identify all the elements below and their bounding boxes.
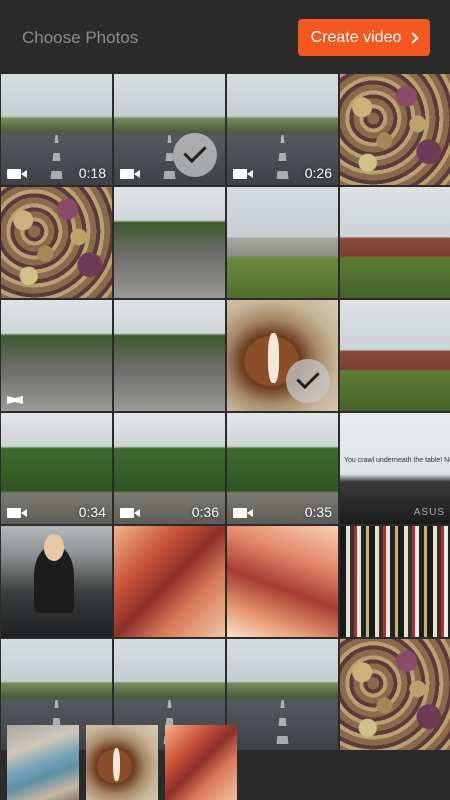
screen-text: You crawl underneath the table! No one w…: [344, 457, 450, 464]
video-duration: 0:36: [191, 504, 219, 520]
media-tile[interactable]: [114, 300, 225, 411]
create-video-label: Create video: [310, 28, 402, 46]
media-tile[interactable]: [165, 725, 237, 800]
thumbnail-image: [114, 300, 225, 411]
video-icon: [233, 508, 253, 518]
media-tile[interactable]: [227, 300, 338, 411]
road-lines: [275, 700, 290, 750]
media-tile[interactable]: 0:26: [227, 74, 338, 185]
chevron-right-icon: [407, 32, 420, 44]
photo-grid: 0:18 0:26 0:34 0:36 0:35 You crawl underneath…: [0, 74, 450, 750]
media-tile[interactable]: [7, 725, 79, 800]
video-icon: [7, 169, 27, 179]
thumbnail-image: [227, 526, 338, 637]
photo-grid-partial-row: [7, 725, 237, 800]
thumbnail-image: [165, 725, 237, 800]
media-tile[interactable]: [340, 300, 450, 411]
thumbnail-image: [227, 187, 338, 298]
thumbnail-image: [340, 187, 450, 298]
media-tile[interactable]: 0:18: [1, 74, 112, 185]
media-tile[interactable]: 0:34: [1, 413, 112, 524]
media-tile[interactable]: [340, 526, 450, 637]
page-title: Choose Photos: [22, 28, 139, 47]
media-tile[interactable]: [227, 639, 338, 750]
horse-blaze: [112, 747, 120, 782]
thumbnail-image: [7, 725, 79, 800]
road-lines: [275, 135, 290, 185]
video-duration: 0:26: [304, 165, 332, 181]
media-tile[interactable]: [114, 74, 225, 185]
road-lines: [49, 135, 64, 185]
thumbnail-image: [114, 526, 225, 637]
media-tile[interactable]: [1, 300, 112, 411]
thumbnail-image: [340, 300, 450, 411]
screen-brand: ASUS: [413, 507, 445, 518]
media-tile[interactable]: [340, 639, 450, 750]
media-tile[interactable]: 0:35: [227, 413, 338, 524]
thumbnail-image: [86, 725, 158, 800]
thumbnail-image: [1, 300, 112, 411]
media-tile[interactable]: [114, 526, 225, 637]
thumbnail-image: [1, 526, 112, 637]
media-tile[interactable]: [114, 187, 225, 298]
video-icon: [120, 169, 140, 179]
thumbnail-image: [340, 526, 450, 637]
media-tile[interactable]: 0:36: [114, 413, 225, 524]
horse-blaze: [268, 333, 280, 384]
media-tile[interactable]: You crawl underneath the table! No one w…: [340, 413, 450, 524]
create-video-button[interactable]: Create video: [298, 19, 430, 56]
media-tile[interactable]: [340, 187, 450, 298]
video-icon: [7, 508, 27, 518]
thumbnail-image: [340, 639, 450, 750]
media-tile[interactable]: [1, 526, 112, 637]
thumbnail-image: [340, 74, 450, 185]
checkmark-icon[interactable]: [286, 359, 330, 403]
checkmark-icon[interactable]: [173, 133, 217, 177]
video-icon: [120, 508, 140, 518]
video-duration: 0:18: [78, 165, 106, 181]
video-icon: [233, 169, 253, 179]
media-tile[interactable]: [1, 187, 112, 298]
person-figure: [34, 534, 75, 613]
thumbnail-image: [1, 187, 112, 298]
video-duration: 0:35: [304, 504, 332, 520]
thumbnail-image: You crawl underneath the table! No one w…: [340, 413, 450, 524]
thumbnail-image: [227, 639, 338, 750]
thumbnail-image: [114, 187, 225, 298]
media-tile[interactable]: [227, 526, 338, 637]
media-tile[interactable]: [86, 725, 158, 800]
media-tile[interactable]: [340, 74, 450, 185]
video-duration: 0:34: [78, 504, 106, 520]
media-tile[interactable]: [227, 187, 338, 298]
header: Choose Photos Create video: [0, 0, 450, 74]
